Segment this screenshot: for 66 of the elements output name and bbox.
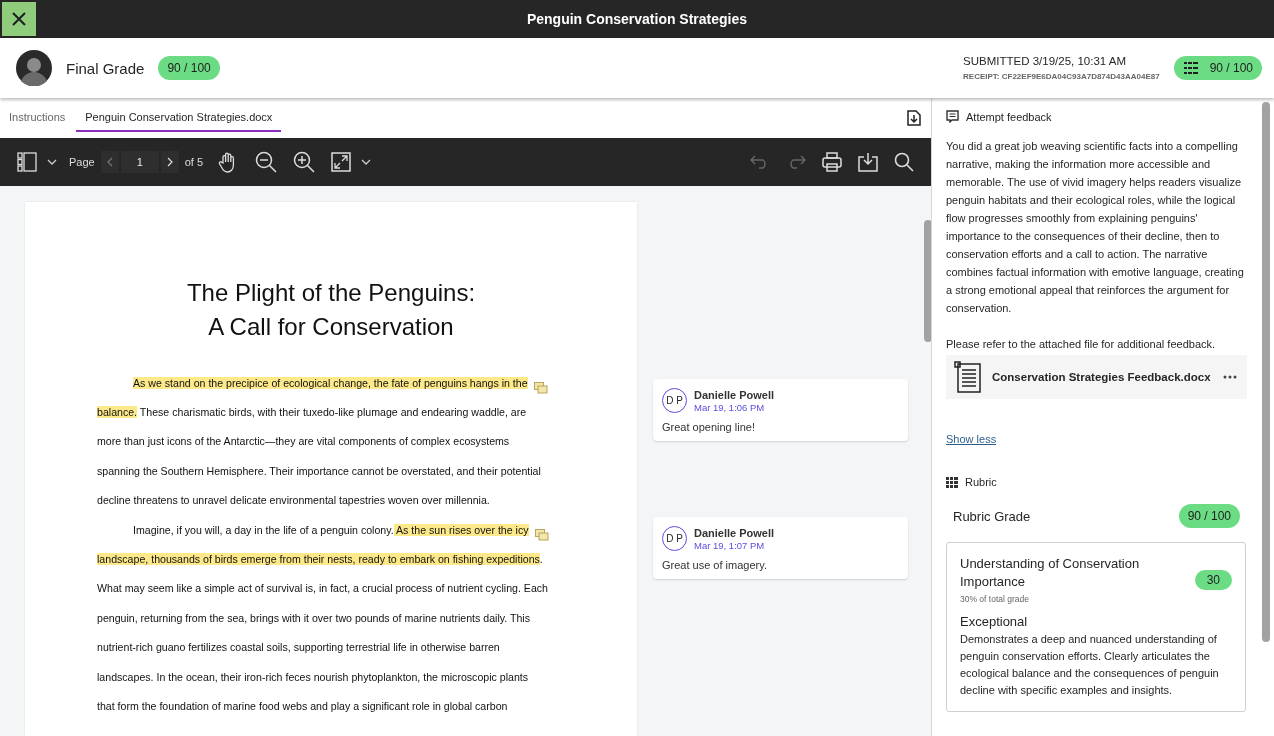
attachment-card[interactable]: Conservation Strategies Feedback.docx — [946, 355, 1247, 399]
attachment-name: Conservation Strategies Feedback.docx — [992, 370, 1212, 385]
grade-pill: 90 / 100 — [158, 56, 220, 80]
comment-time: Mar 19, 1:07 PM — [694, 539, 766, 551]
next-page-button[interactable] — [160, 151, 179, 173]
download-icon[interactable] — [858, 152, 878, 172]
grade-pill: 90 / 100 — [1178, 504, 1240, 528]
dropdown-caret-icon[interactable] — [47, 159, 57, 165]
document-text-line: decline threatens to unravel delicate environmental tapestries woven over millennia. — [97, 494, 490, 507]
sidebar-toggle-icon[interactable] — [17, 152, 37, 172]
document-text-line: more than just icons of the Antarctic—they are vital components of complex ecosystems — [97, 435, 510, 448]
criterion-level: Exceptional — [960, 614, 1029, 629]
page-number-field[interactable]: 1 — [120, 151, 159, 173]
document-icon — [954, 361, 984, 393]
fit-page-icon[interactable] — [331, 152, 352, 172]
document-text-line: penguin, returning from the sea, brings with it over two pounds of marine nutrients daily. This — [97, 611, 530, 624]
dropdown-caret-icon[interactable] — [361, 159, 372, 165]
close-icon — [11, 11, 27, 27]
comment-text: Great opening line! — [662, 421, 756, 433]
comment-marker-icon[interactable] — [533, 382, 548, 396]
show-less-link[interactable]: Show less — [946, 433, 997, 445]
document-text-line: landscapes. In the ocean, their iron-rich feces nourish phytoplankton, the microscopic plants — [97, 670, 529, 683]
tab[interactable]: Penguin Conservation Strategies.docx — [76, 98, 282, 132]
page-label: Page — [69, 156, 95, 168]
criterion-description: Demonstrates a deep and nuanced understanding of penguin conservation efforts. Clearly articulates the ecological balance and the consequences of penguin decline with specific examples and insights. — [960, 632, 1220, 698]
document-title: A Call for Conservation — [208, 312, 454, 342]
section-title: Rubric — [965, 476, 997, 488]
comment-text: Great use of imagery. — [662, 559, 768, 571]
document-text-line: spanning the Southern Hemisphere. Their importance cannot be overstated, and their potential — [97, 464, 541, 477]
document-text-line: that form the foundation of marine food webs and play a significant role in global carbon — [97, 700, 508, 712]
more-options-icon[interactable] — [1223, 375, 1237, 379]
chevron-right-icon — [166, 157, 173, 167]
document-title: The Plight of the Penguins: — [186, 278, 476, 308]
rubric-grade-button[interactable]: 90 / 100 — [1173, 56, 1262, 80]
comment-marker-icon[interactable] — [534, 529, 549, 543]
grid-icon — [946, 476, 958, 488]
document-text-line: nutrient-rich guano fertilizes coastal soils, supporting terrestrial life in otherwise barren — [97, 641, 500, 654]
points-pill: 30 — [1194, 569, 1232, 590]
window-title: Penguin Conservation Strategies — [526, 11, 748, 27]
download-file-icon[interactable] — [907, 110, 921, 126]
feedback-note: Please refer to the attached file for additional feedback. — [946, 337, 1217, 352]
document-text-line: balance. These charismatic birds, with their tuxedo-like plumage and endearing waddle, are — [97, 406, 527, 419]
final-grade-label: Final Grade — [66, 59, 145, 77]
section-title: Attempt feedback — [966, 110, 1052, 123]
rubric-grade-label: Rubric Grade — [953, 508, 1031, 524]
document-text-line: Imagine, if you will, a day in the life of a penguin colony. As the sun rises over the icy — [133, 523, 529, 536]
feedback-text: You did a great job weaving scientific facts into a compelling narrative, making the information more accessible and memorable. The use of vivid imagery helps readers visualize penguin habitats and their ecological roles, while the logical flow progresses smoothly from explaining penguins' importance to the consequences of their decline, then to conservation efforts and a call to action. The narrative combines factual information with emotive language, creating a strong emotional appeal that reinforces the argument for conservation. — [946, 139, 1245, 316]
receipt-code: RECEIPT: CF22EF9E6DA04C93A7D874D43AA04E87 — [963, 72, 1160, 81]
chevron-left-icon — [106, 157, 113, 167]
zoom-out-icon[interactable] — [255, 151, 278, 173]
print-icon[interactable] — [822, 152, 842, 172]
close-button[interactable] — [2, 2, 36, 36]
tab[interactable]: Instructions — [0, 98, 75, 138]
submitted-date: SUBMITTED 3/19/25, 10:31 AM — [963, 55, 1128, 67]
feedback-icon — [946, 110, 959, 123]
search-icon[interactable] — [894, 152, 914, 172]
criterion-name: Understanding of Conservation Importance — [960, 555, 1141, 591]
document-text-line: What may seem like a simple act of survival is, in fact, a crucial process of nutrient cycling. Each — [97, 582, 548, 595]
grid-icon — [1183, 62, 1198, 74]
criterion-weight: 30% of total grade — [960, 594, 1030, 604]
avatar — [16, 50, 52, 86]
comment-author: Danielle Powell — [694, 526, 775, 539]
page-count: of 5 — [184, 156, 204, 168]
zoom-in-icon[interactable] — [293, 151, 316, 173]
comment-time: Mar 19, 1:06 PM — [694, 401, 766, 413]
comment-author: Danielle Powell — [694, 388, 775, 401]
